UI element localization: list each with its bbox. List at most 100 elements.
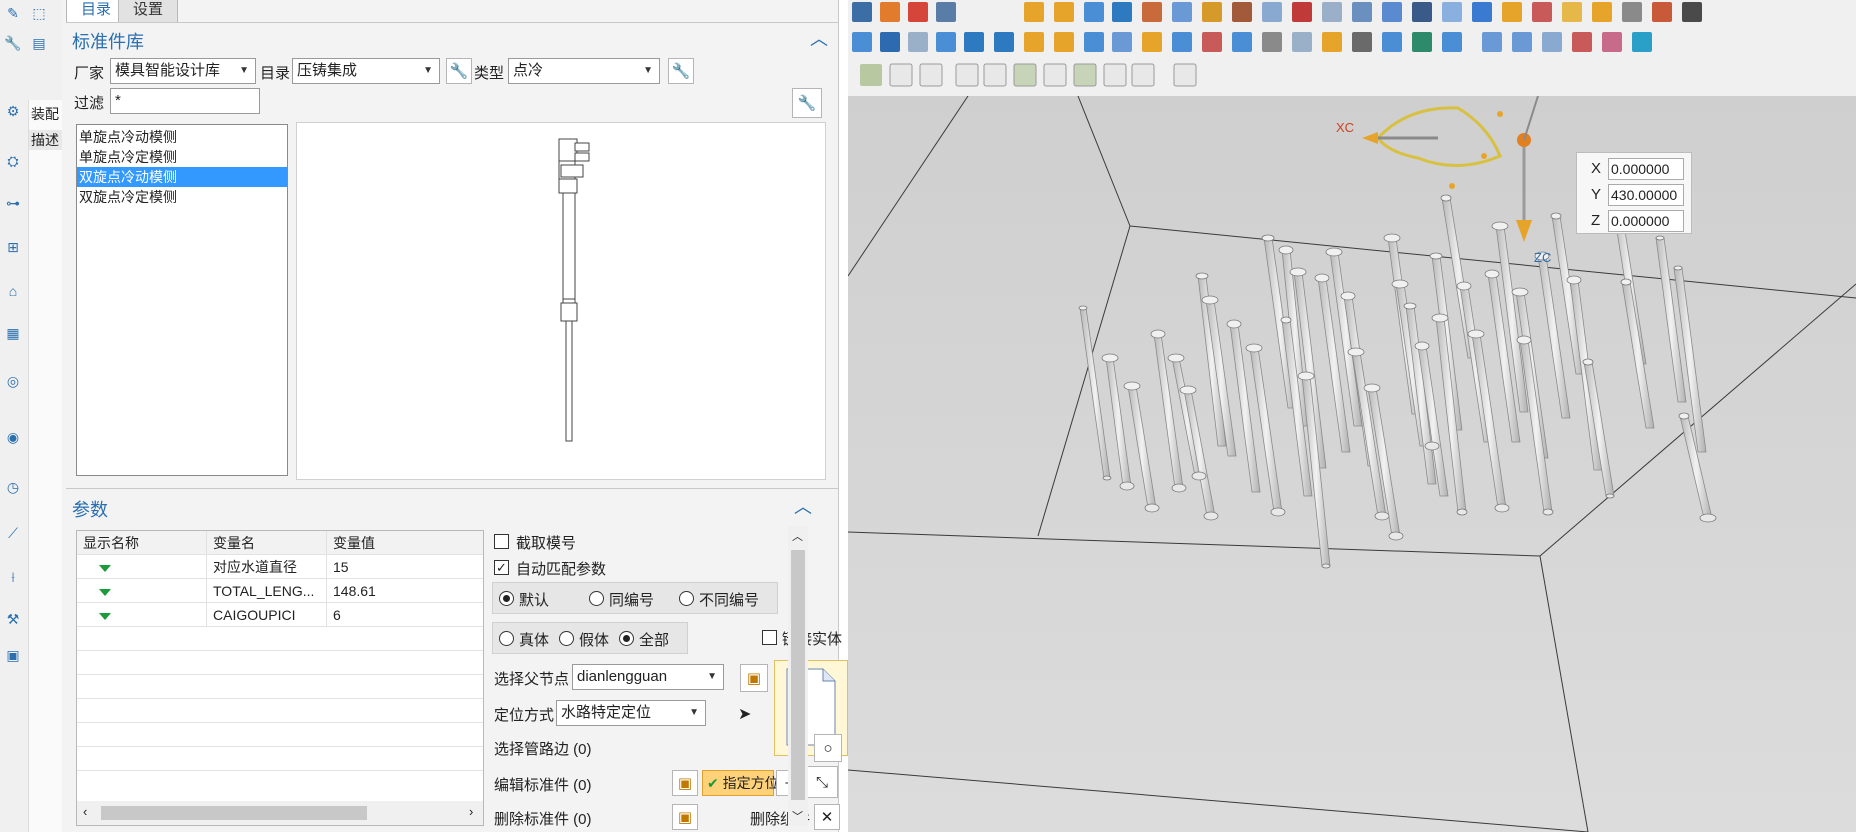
table-row[interactable]: TOTAL_LENG... 148.61	[77, 579, 483, 603]
ribbon-toolbar	[848, 0, 1856, 97]
body-type-group: 真体 假体 全部	[492, 622, 688, 654]
radio-same-number[interactable]	[589, 591, 604, 606]
table-row[interactable]: CAIGOUPICI 6	[77, 603, 483, 627]
type-wrench-icon[interactable]: 🔧	[668, 58, 694, 84]
collapse-library-icon[interactable]: ︿	[810, 30, 828, 48]
parent-node-label: 选择父节点	[494, 671, 570, 688]
circle-select-icon[interactable]: ○	[814, 734, 842, 762]
catalog-select-value: 压铸集成	[297, 62, 358, 79]
delete-standard-part-label: 删除标准件 (0)	[494, 811, 592, 828]
type-select[interactable]: 点冷 ▼	[508, 58, 660, 84]
assembly-icon[interactable]: ⛭	[2, 150, 24, 172]
check-icon: ✔	[707, 775, 719, 791]
list-item[interactable]: 双旋点冷动模侧	[77, 167, 287, 187]
position-mode-value: 水路特定定位	[561, 704, 652, 721]
measure-icon[interactable]: ⟋	[2, 522, 24, 544]
gear-icon[interactable]: ⚙	[2, 100, 24, 122]
edit-standard-part-label: 编辑标准件 (0)	[494, 777, 592, 794]
catalog-label: 目录	[260, 65, 291, 82]
vendor-label: 厂家	[74, 65, 105, 82]
signal-icon[interactable]: ◎	[2, 370, 24, 392]
radio-different-number[interactable]	[679, 591, 694, 606]
variable-value-cell[interactable]: 6	[327, 603, 483, 627]
table-header-row: 显示名称 变量名 变量值	[77, 531, 483, 555]
table-row[interactable]: 对应水道直径 15	[77, 555, 483, 579]
parent-node-value: dianlengguan	[577, 668, 668, 685]
cube-icon[interactable]: ▣	[740, 664, 768, 692]
palette-icon[interactable]: ▣	[2, 644, 24, 666]
expand-triangle-icon[interactable]	[77, 603, 207, 627]
tab-catalog[interactable]: 目录	[66, 0, 127, 23]
type-select-value: 点冷	[513, 62, 544, 79]
list-item[interactable]: 双旋点冷定模侧	[77, 187, 287, 207]
y-axis-label: Y	[1591, 186, 1602, 203]
clock-icon[interactable]: ◷	[2, 476, 24, 498]
constraint-icon[interactable]: ⊶	[2, 192, 24, 214]
radio-same-number-label: 同编号	[609, 592, 655, 609]
toolbar-icons	[852, 2, 1702, 87]
position-mode-select[interactable]: 水路特定定位 ▼	[556, 700, 706, 726]
document-icon[interactable]: ▤	[28, 32, 50, 54]
collapse-params-icon[interactable]: ︿	[794, 498, 812, 516]
catalog-wrench-icon[interactable]: 🔧	[446, 58, 472, 84]
csys-icon[interactable]: ⤡	[806, 766, 838, 798]
params-table: 显示名称 变量名 变量值 对应水道直径 15 TOTAL_LENG... 148…	[76, 530, 484, 826]
robot-icon[interactable]: ⚒	[2, 608, 24, 630]
tool-icon[interactable]: ✎	[2, 2, 24, 24]
select-pipe-edge-label: 选择管路边 (0)	[494, 741, 592, 758]
radio-fake-body[interactable]	[559, 631, 574, 646]
specify-orientation-button[interactable]: ✔ 指定方位	[702, 770, 779, 796]
radio-fake-body-label: 假体	[579, 632, 610, 649]
tab-settings[interactable]: 设置	[118, 0, 179, 23]
chevron-down-icon: ▼	[689, 707, 699, 718]
chevron-down-icon: ▼	[643, 65, 653, 76]
variable-value-cell[interactable]: 148.61	[327, 579, 483, 603]
zc-axis-label: ZC	[1534, 250, 1551, 265]
close-icon[interactable]: ✕	[814, 804, 840, 830]
z-coordinate-input[interactable]: 0.000000	[1608, 210, 1684, 232]
cube-icon[interactable]: ▣	[672, 804, 698, 830]
select-icon[interactable]: ⬚	[28, 2, 50, 24]
variable-value-cell[interactable]: 15	[327, 555, 483, 579]
layer-icon[interactable]: ▦	[2, 322, 24, 344]
part-icon[interactable]: ⊞	[2, 236, 24, 258]
coordinate-z-row: Z 0.000000	[1577, 209, 1691, 233]
settings-wrench-icon[interactable]: 🔧	[792, 88, 822, 118]
vertical-scrollbar[interactable]: ︿ ﹀	[788, 526, 808, 826]
mold-3d-model[interactable]: XC ZC	[848, 96, 1856, 832]
y-coordinate-input[interactable]: 430.00000	[1608, 184, 1684, 206]
graphics-viewport[interactable]: XC ZC X 0.000000 Y 430.00000 Z 0.000000	[848, 96, 1856, 832]
list-item[interactable]: 单旋点冷定模侧	[77, 147, 287, 167]
left-resource-bar: ✎ ⬚ 🔧 ▤ ⚙ 装配 描述 ⛭ ⊶ ⊞ ⌂ ▦ ◎ ◉ ◷ ⟋ ⟊ ⚒ ▣	[0, 0, 65, 832]
expand-triangle-icon[interactable]	[77, 579, 207, 603]
history-icon[interactable]: ⌂	[2, 280, 24, 302]
parent-node-select[interactable]: dianlengguan ▼	[572, 664, 724, 690]
cut-mold-number-label: 截取模号	[516, 535, 577, 552]
radio-default[interactable]	[499, 591, 514, 606]
expand-triangle-icon[interactable]	[77, 555, 207, 579]
list-item[interactable]: 单旋点冷动模侧	[77, 127, 287, 147]
filter-input[interactable]: *	[110, 88, 260, 114]
tab-settings-label: 设置	[133, 1, 164, 18]
cooling-pin-preview-image	[558, 138, 590, 442]
cut-mold-number-checkbox[interactable]	[494, 534, 509, 549]
vendor-select[interactable]: 模具智能设计库 ▼	[110, 58, 256, 84]
column-header: 显示名称	[77, 531, 207, 555]
variable-name-cell: TOTAL_LENG...	[207, 579, 327, 603]
link-solid-checkbox[interactable]	[762, 630, 777, 645]
options-panel: 截取模号 ✓ 自动匹配参数 默认 同编号 不同编号 真体 假体 全部 链接实体 …	[490, 526, 870, 830]
auto-match-checkbox[interactable]: ✓	[494, 560, 509, 575]
view-icon[interactable]: ◉	[2, 426, 24, 448]
radio-default-label: 默认	[519, 592, 550, 609]
radio-all[interactable]	[619, 631, 634, 646]
analysis-icon[interactable]: ⟊	[2, 566, 24, 588]
radio-real-body[interactable]	[499, 631, 514, 646]
cube-icon[interactable]: ▣	[672, 770, 698, 796]
wrench-icon[interactable]: 🔧	[2, 32, 24, 54]
params-section-title: 参数	[72, 500, 108, 520]
column-header: 变量名	[207, 531, 327, 555]
x-coordinate-input[interactable]: 0.000000	[1608, 158, 1684, 180]
variable-name-cell: 对应水道直径	[207, 555, 327, 579]
horizontal-scrollbar[interactable]: ‹ ›	[77, 801, 483, 825]
catalog-select[interactable]: 压铸集成 ▼	[292, 58, 440, 84]
